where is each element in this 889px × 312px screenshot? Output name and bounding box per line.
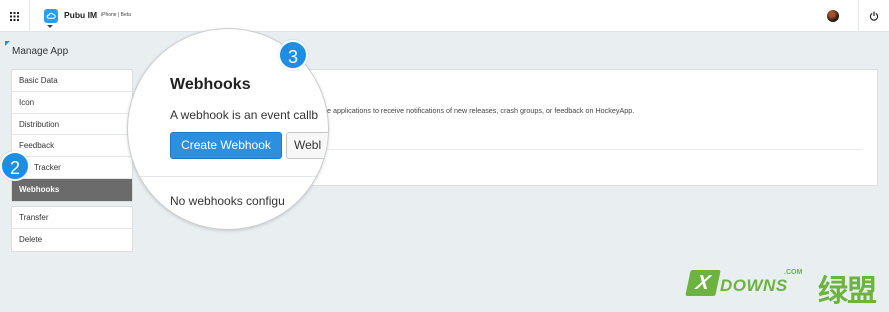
sidebar-item-delete[interactable]: Delete: [12, 229, 132, 251]
sidebar-item-feedback[interactable]: Feedback: [12, 135, 132, 158]
panel-divider: [321, 149, 861, 150]
watermark-chinese: 绿盟: [818, 275, 877, 308]
webhook-description: A webhook is an event callb: [170, 108, 319, 122]
sidebar-item-basic-data[interactable]: Basic Data: [12, 70, 132, 92]
page-title: Manage App: [12, 46, 69, 57]
app-cloud-icon[interactable]: [44, 9, 58, 23]
watermark-com: .COM: [784, 269, 803, 276]
apps-grid-button[interactable]: [0, 0, 30, 32]
power-icon: [869, 11, 879, 21]
sidebar-nav: Basic Data Icon Distribution Feedback Tr…: [11, 69, 133, 202]
watermark-brand: DOWNS: [720, 276, 788, 295]
create-webhook-button[interactable]: Create Webhook: [170, 132, 282, 159]
magnifier-divider: [128, 176, 328, 177]
webhook-secondary-button[interactable]: Webl: [286, 132, 328, 159]
chevron-down-icon[interactable]: [47, 25, 53, 28]
watermark-x-mark: X: [685, 270, 721, 296]
sidebar-secondary-nav: Transfer Delete: [11, 206, 133, 252]
step-badge-3: 3: [278, 40, 308, 70]
sidebar-item-transfer[interactable]: Transfer: [12, 207, 132, 229]
app-platform-label: iPhone | Beta: [101, 12, 131, 18]
sidebar-item-tracker[interactable]: Tracker: [12, 157, 132, 179]
webhook-description-continued: ote applications to receive notification…: [321, 106, 635, 115]
sidebar-item-icon[interactable]: Icon: [12, 92, 132, 114]
sidebar-item-webhooks[interactable]: Webhooks: [12, 178, 132, 201]
step-badge-2: 2: [0, 151, 30, 181]
webhooks-title: Webhooks: [170, 76, 251, 93]
logout-button[interactable]: [858, 0, 889, 32]
watermark-logo: X DOWNS .COM 绿盟: [685, 266, 888, 310]
user-avatar[interactable]: [827, 10, 839, 22]
top-bar: Pubu IM iPhone | Beta: [0, 0, 889, 32]
grid-icon: [10, 11, 19, 21]
app-name[interactable]: Pubu IM: [64, 10, 97, 20]
corner-flag: [5, 41, 10, 46]
empty-state-text: No webhooks configu: [170, 194, 285, 208]
sidebar-item-distribution[interactable]: Distribution: [12, 114, 132, 136]
